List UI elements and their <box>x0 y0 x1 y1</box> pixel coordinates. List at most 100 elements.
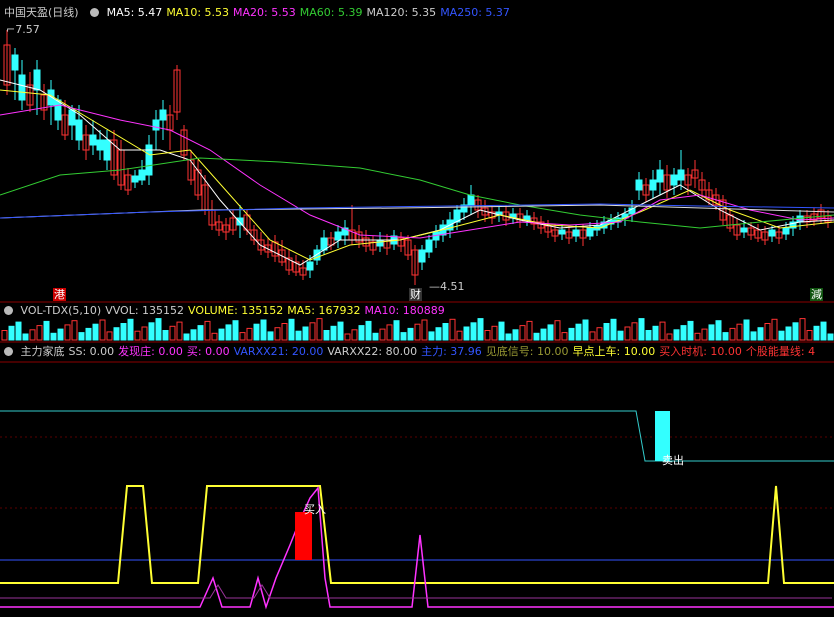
volume-bar <box>645 330 652 341</box>
volume-bar <box>750 331 757 341</box>
candle-body <box>586 227 594 237</box>
candle-body <box>236 217 244 226</box>
volume-bar <box>288 318 295 341</box>
volume-bar <box>722 332 729 341</box>
ma120-line <box>0 204 834 219</box>
volume-bar <box>764 323 771 341</box>
candle-body <box>656 169 664 183</box>
ma-legend-item: MA60: 5.39 <box>299 6 363 19</box>
volume-bar <box>85 327 92 341</box>
volume-bar <box>806 330 813 341</box>
candle-body <box>138 169 146 181</box>
volume-bar <box>533 332 540 341</box>
low-price-label: —4.51 <box>429 280 465 293</box>
volume-bar <box>687 320 694 341</box>
candle-body <box>103 139 111 161</box>
candle-body <box>306 261 314 271</box>
volume-bar <box>470 322 477 341</box>
ma20-line <box>0 104 834 239</box>
volume-bar <box>8 325 15 341</box>
volume-bar <box>736 323 743 341</box>
volume-bar <box>50 332 57 341</box>
indicator-legend-item: 主力家底 <box>20 345 65 358</box>
volume-legend-item: VVOL: 135152 <box>105 304 185 317</box>
volume-bar <box>624 326 631 341</box>
candle-body <box>11 54 19 71</box>
volume-bar <box>337 321 344 341</box>
indicator-settings-icon[interactable] <box>4 347 13 356</box>
volume-legend-item: MA5: 167932 <box>287 304 361 317</box>
volume-bar <box>778 330 785 341</box>
volume-bar <box>36 325 43 341</box>
volume-bar <box>309 322 316 341</box>
volume-bar <box>449 318 456 341</box>
volume-bar <box>15 321 22 341</box>
volume-bar <box>498 321 505 341</box>
volume-legend-item: MA10: 180889 <box>364 304 445 317</box>
sell-signal-label: 卖出 <box>662 454 684 467</box>
volume-bar <box>218 328 225 341</box>
volume-bar <box>428 331 435 341</box>
volume-bar <box>491 325 498 341</box>
volume-legend-item: VOL-TDX(5,10) <box>20 304 102 317</box>
volume-bar <box>582 319 589 341</box>
volume-bar <box>456 330 463 341</box>
volume-bar <box>183 333 190 341</box>
candle-body <box>334 231 342 241</box>
volume-bar <box>799 318 806 341</box>
volume-bar <box>295 330 302 341</box>
candle-body <box>677 169 685 181</box>
volume-legend-item: VOLUME: 135152 <box>188 304 284 317</box>
volume-panel-header: VOL-TDX(5,10) VVOL: 135152 VOLUME: 135152 M… <box>0 303 453 319</box>
volume-bar <box>232 320 239 341</box>
volume-bar <box>771 318 778 341</box>
volume-bar <box>421 319 428 341</box>
volume-bar <box>673 329 680 341</box>
volume-bar <box>225 324 232 341</box>
volume-bar <box>127 318 134 341</box>
settings-gear-icon[interactable] <box>90 8 100 17</box>
candle-body <box>96 139 104 151</box>
indicator-legend-item: 买: 0.00 <box>186 345 230 358</box>
volume-bar <box>547 324 554 341</box>
volume-bar <box>540 328 547 341</box>
volume-bar <box>631 322 638 341</box>
candle-body <box>670 174 678 186</box>
ma250-line <box>0 203 834 219</box>
candle-body <box>159 109 167 121</box>
indicator-legend-item: 发现庄: 0.00 <box>118 345 183 358</box>
volume-bar <box>267 331 274 341</box>
volume-bar <box>113 327 120 341</box>
volume-bar <box>505 333 512 341</box>
volume-bar <box>211 332 218 341</box>
volume-bar <box>743 319 750 341</box>
marker-gang[interactable]: 港 <box>53 288 66 301</box>
volume-bar <box>22 333 29 341</box>
candle-body <box>89 134 97 146</box>
volume-settings-icon[interactable] <box>4 306 13 315</box>
volume-bar <box>589 331 596 341</box>
indicator-legend-item: 主力: 37.96 <box>421 345 482 358</box>
indicator-legend: 主力家底 SS: 0.00 发现庄: 0.00 买: 0.00 VARXX21: 20.… <box>21 345 820 358</box>
ma5-line <box>0 79 834 266</box>
volume-bar <box>610 318 617 341</box>
volume-legend: VOL-TDX(5,10) VVOL: 135152 VOLUME: 135152 M… <box>21 304 449 317</box>
indicator-legend-item: SS: 0.00 <box>68 345 115 358</box>
volume-bar <box>134 330 141 341</box>
candle-body <box>558 229 566 235</box>
volume-bar <box>274 327 281 341</box>
ma-legend-item: MA250: 5.37 <box>440 6 510 19</box>
volume-bar <box>330 325 337 341</box>
candle-body <box>572 229 580 237</box>
volume-bar <box>757 327 764 341</box>
indicator-panel-header: 主力家底 SS: 0.00 发现庄: 0.00 买: 0.00 VARXX21: 20.… <box>0 344 823 360</box>
volume-bar <box>71 320 78 341</box>
volume-bar <box>92 323 99 341</box>
marker-jian[interactable]: 減 <box>810 288 823 301</box>
marker-cai[interactable]: 财 <box>409 288 422 301</box>
candle-body <box>376 239 384 247</box>
volume-bar <box>148 322 155 341</box>
volume-bar <box>484 330 491 341</box>
candle-body <box>796 215 804 223</box>
volume-bar <box>715 320 722 341</box>
